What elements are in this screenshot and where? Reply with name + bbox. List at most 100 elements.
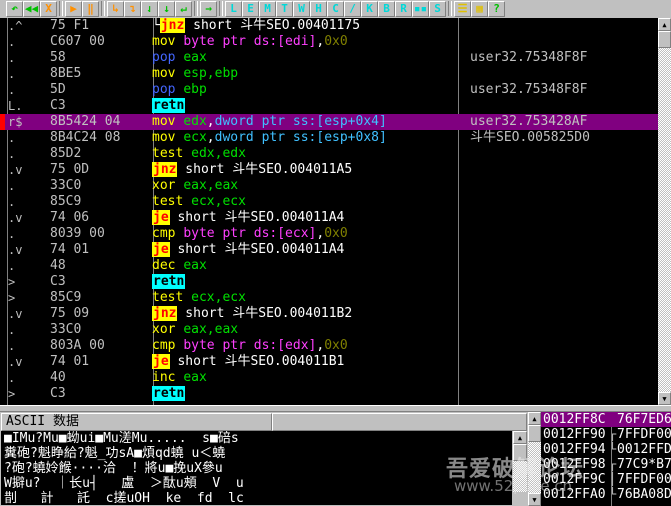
- dump-pane[interactable]: ASCII 数据 ■IMu?Mu■蚴ui■Mu溠Mu..... s■碚s 糞砲?魁…: [0, 412, 528, 506]
- pane-splitter[interactable]: [0, 405, 671, 412]
- disassembly-row[interactable]: .v 75 0D jnz short 斗牛SEO.004011A5: [0, 162, 658, 178]
- dump-body[interactable]: ■IMu?Mu■蚴ui■Mu溠Mu..... s■碚s 糞砲?魁睁給?魁_功sA■…: [1, 431, 512, 505]
- disassembly-row[interactable]: .v 74 01 je short 斗牛SEO.004011A4: [0, 242, 658, 258]
- close-button[interactable]: X: [40, 0, 57, 17]
- step-over-button[interactable]: ↳: [107, 0, 124, 17]
- breakpoint-marker[interactable]: [0, 50, 5, 66]
- dump-column-header-ascii[interactable]: ASCII 数据: [1, 413, 272, 431]
- breakpoint-marker[interactable]: [0, 338, 5, 354]
- disassembly-row[interactable]: . C607 00 mov byte ptr ds:[edi],0x0: [0, 34, 658, 50]
- run-button[interactable]: ▶: [65, 0, 82, 17]
- scrollbar-track[interactable]: [658, 31, 671, 392]
- disassembly-row[interactable]: . 8BE5 mov esp,ebp: [0, 66, 658, 82]
- disassembly-row[interactable]: . 8B4C24 08 mov ecx,dword ptr ss:[esp+0x8]…: [0, 130, 658, 146]
- breakpoint-marker[interactable]: [0, 194, 5, 210]
- breakpoint-marker[interactable]: [0, 210, 5, 226]
- disassembly-row[interactable]: > C3 retn: [0, 386, 658, 402]
- disassembly-row[interactable]: . 5D pop ebp user32.75348F8F: [0, 82, 658, 98]
- disassembly-row[interactable]: . 40 inc eax: [0, 370, 658, 386]
- disassembly-row[interactable]: .v 74 06 je short 斗牛SEO.004011A4: [0, 210, 658, 226]
- disassembly-rows[interactable]: .^ 75 F1 └jnz short 斗牛SEO.00401175. C607 00…: [0, 18, 658, 402]
- disassembly-row[interactable]: .^ 75 F1 └jnz short 斗牛SEO.00401175: [0, 18, 658, 34]
- breakpoint-marker[interactable]: [0, 322, 5, 338]
- breakpoint-marker[interactable]: [0, 130, 5, 146]
- stack-pane[interactable]: ▲ ▼ 0012FF8C 76F7ED6 0012FF90 ┌ 7FFDF00 0012F…: [528, 412, 671, 506]
- stack-row[interactable]: 0012FFA0 └ 76BA08D: [541, 487, 671, 502]
- dump-scrollbar[interactable]: ▲: [513, 431, 527, 505]
- scroll-down-arrow-icon[interactable]: ▼: [658, 392, 671, 405]
- source-window-button[interactable]: S: [429, 0, 446, 17]
- stack-rows[interactable]: 0012FF8C 76F7ED6 0012FF90 ┌ 7FFDF00 0012FF94 └…: [541, 412, 671, 506]
- executables-window-button[interactable]: E: [242, 0, 259, 17]
- stack-scroll-up-arrow-icon[interactable]: ▲: [528, 412, 541, 425]
- disassembly-row[interactable]: r$ 8B5424 04 mov edx,dword ptr ss:[esp+0x4…: [0, 114, 658, 130]
- dump-column-header-blank[interactable]: [272, 413, 527, 431]
- disassembly-row[interactable]: . 48 dec eax: [0, 258, 658, 274]
- stack-row[interactable]: 0012FF90 ┌ 7FFDF00: [541, 427, 671, 442]
- run-trace-window-button[interactable]: ▪▪: [412, 0, 429, 17]
- disassembly-row[interactable]: . 85D2 test edx,edx: [0, 146, 658, 162]
- breakpoint-marker[interactable]: [0, 178, 5, 194]
- dump-scrollbar-thumb[interactable]: [513, 444, 527, 461]
- disassembly-pane[interactable]: .^ 75 F1 └jnz short 斗牛SEO.00401175. C607 00…: [0, 18, 671, 405]
- restart-button[interactable]: ↶: [6, 0, 23, 17]
- disassembly-row[interactable]: . 33C0 xor eax,eax: [0, 322, 658, 338]
- goto-button[interactable]: →: [200, 0, 217, 17]
- disassembly-row[interactable]: . 58 pop eax user32.75348F8F: [0, 50, 658, 66]
- stack-scrollbar[interactable]: ▲ ▼: [528, 412, 541, 506]
- disassembly-row[interactable]: . 8039 00 cmp byte ptr ds:[ecx],0x0: [0, 226, 658, 242]
- stack-scroll-down-arrow-icon[interactable]: ▼: [528, 493, 541, 506]
- breakpoint-marker[interactable]: [0, 274, 5, 290]
- breakpoint-marker[interactable]: [0, 114, 5, 130]
- cpu-window-button[interactable]: C: [327, 0, 344, 17]
- breakpoint-marker[interactable]: [0, 242, 5, 258]
- stack-scrollbar-track[interactable]: [528, 425, 541, 493]
- breakpoint-marker[interactable]: [0, 162, 5, 178]
- scrollbar-thumb[interactable]: [658, 31, 671, 48]
- step-into-button[interactable]: ↴: [124, 0, 141, 17]
- stack-row[interactable]: 0012FF9C │ 7FFDF00: [541, 472, 671, 487]
- disassembly-row[interactable]: . 85C9 test ecx,ecx: [0, 194, 658, 210]
- breakpoint-marker[interactable]: [0, 34, 5, 50]
- memory-window-button[interactable]: M: [259, 0, 276, 17]
- trace-into-button[interactable]: ↓: [158, 0, 175, 17]
- disassembly-row[interactable]: > C3 retn: [0, 274, 658, 290]
- handles-window-button[interactable]: H: [310, 0, 327, 17]
- stack-scrollbar-thumb[interactable]: [528, 425, 541, 442]
- references-window-button[interactable]: R: [395, 0, 412, 17]
- stack-row[interactable]: 0012FF94 └ 0012FFD: [541, 442, 671, 457]
- disassembly-row[interactable]: .v 75 09 jnz short 斗牛SEO.004011B2: [0, 306, 658, 322]
- back-button[interactable]: ◀◀: [23, 0, 40, 17]
- breakpoint-marker[interactable]: [0, 82, 5, 98]
- windows-window-button[interactable]: W: [293, 0, 310, 17]
- breakpoints-window-button[interactable]: B: [378, 0, 395, 17]
- patches-window-button[interactable]: /: [344, 0, 361, 17]
- disassembly-row[interactable]: .v 74 01 je short 斗牛SEO.004011B1: [0, 354, 658, 370]
- disassembly-row[interactable]: L. C3 retn: [0, 98, 658, 114]
- breakpoint-marker[interactable]: [0, 386, 5, 402]
- breakpoint-marker[interactable]: [0, 226, 5, 242]
- disassembly-row[interactable]: . 33C0 xor eax,eax: [0, 178, 658, 194]
- breakpoint-marker[interactable]: [0, 290, 5, 306]
- disassembly-scrollbar[interactable]: ▲ ▼: [658, 18, 671, 405]
- breakpoint-marker[interactable]: [0, 370, 5, 386]
- call-stack-window-button[interactable]: K: [361, 0, 378, 17]
- execute-till-return-button[interactable]: ↵: [175, 0, 192, 17]
- threads-window-button[interactable]: T: [276, 0, 293, 17]
- breakpoint-marker[interactable]: [0, 66, 5, 82]
- breakpoint-marker[interactable]: [0, 306, 5, 322]
- breakpoint-marker[interactable]: [0, 354, 5, 370]
- dump-scrollbar-track[interactable]: [513, 444, 527, 492]
- log-window-button[interactable]: L: [225, 0, 242, 17]
- breakpoint-marker[interactable]: [0, 18, 5, 34]
- pause-button[interactable]: ‖: [82, 0, 99, 17]
- dump-scroll-up-arrow-icon[interactable]: ▲: [513, 431, 527, 444]
- help-button[interactable]: ?: [488, 0, 505, 17]
- scroll-up-arrow-icon[interactable]: ▲: [658, 18, 671, 31]
- disassembly-row[interactable]: >85C9 test ecx,ecx: [0, 290, 658, 306]
- disassembly-row[interactable]: . 803A 00 cmp byte ptr ds:[edx],0x0: [0, 338, 658, 354]
- stack-row[interactable]: 0012FF8C 76F7ED6: [541, 412, 671, 427]
- breakpoint-marker[interactable]: [0, 98, 5, 114]
- breakpoint-marker[interactable]: [0, 146, 5, 162]
- stack-row[interactable]: 0012FF98┌77C9*B7F: [541, 457, 671, 472]
